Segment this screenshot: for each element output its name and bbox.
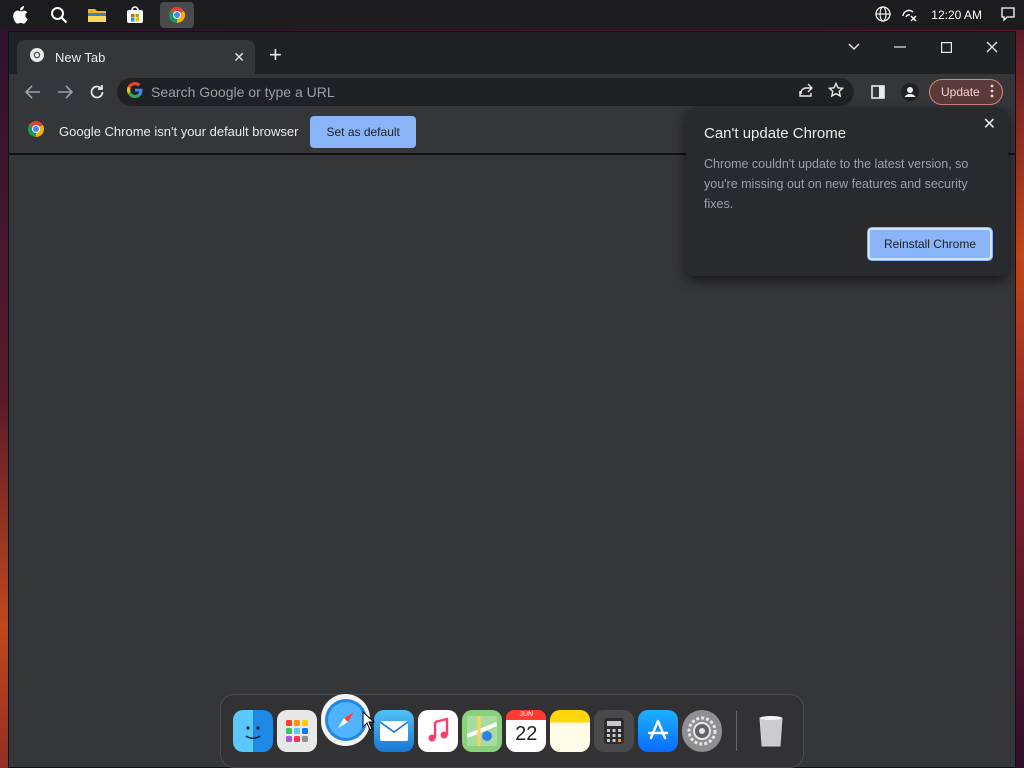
google-g-icon [127, 81, 143, 103]
title-bar[interactable]: New Tab ✕ + [9, 32, 1015, 74]
calendar-day: 22 [515, 723, 538, 745]
bookmark-star-icon[interactable] [827, 81, 845, 102]
notification-icon[interactable] [1000, 6, 1016, 25]
share-icon[interactable] [798, 82, 814, 102]
chrome-favicon-icon [29, 47, 45, 68]
finder-icon[interactable] [233, 710, 273, 752]
calendar-month: JUN [506, 710, 547, 720]
back-button[interactable] [17, 76, 49, 108]
omnibox-input[interactable] [151, 84, 798, 100]
browser-toolbar: Update [9, 74, 1015, 110]
set-as-default-button[interactable]: Set as default [310, 115, 416, 148]
maximize-button[interactable] [923, 32, 969, 62]
file-explorer-icon[interactable] [84, 2, 110, 28]
notes-icon[interactable] [550, 710, 591, 752]
network-icon[interactable] [901, 6, 917, 25]
dock: JUN 22 [220, 694, 804, 768]
mail-icon[interactable] [374, 710, 415, 752]
globe-icon[interactable] [875, 5, 891, 25]
profile-avatar-icon[interactable] [897, 78, 923, 106]
reload-button[interactable] [81, 76, 113, 108]
search-icon[interactable] [46, 2, 72, 28]
update-label: Update [941, 85, 980, 99]
more-menu-icon[interactable] [990, 84, 994, 101]
close-tab-icon[interactable]: ✕ [233, 49, 245, 66]
launchpad-icon[interactable] [276, 710, 317, 752]
update-button[interactable]: Update [929, 79, 1003, 105]
top-menubar: 12:20 AM [0, 0, 1024, 30]
trash-icon[interactable] [751, 710, 791, 752]
bubble-title: Can't update Chrome [704, 125, 847, 142]
reinstall-chrome-button[interactable]: Reinstall Chrome [867, 228, 992, 260]
system-settings-icon[interactable] [682, 710, 723, 752]
store-icon[interactable] [122, 2, 148, 28]
omnibox[interactable] [117, 78, 854, 106]
apple-logo-icon[interactable] [8, 2, 34, 28]
close-bubble-icon[interactable]: ✕ [983, 114, 996, 134]
bubble-body: Chrome couldn't update to the latest ver… [704, 157, 969, 211]
new-tab-button[interactable]: + [269, 44, 282, 66]
chrome-icon[interactable] [160, 2, 194, 28]
minimize-button[interactable] [877, 32, 923, 62]
forward-button[interactable] [49, 76, 81, 108]
tab-search-icon[interactable] [831, 32, 877, 62]
mouse-cursor-icon [362, 710, 376, 736]
side-panel-icon[interactable] [865, 78, 891, 106]
infobar-message: Google Chrome isn't your default browser [59, 124, 299, 139]
clock[interactable]: 12:20 AM [931, 8, 982, 22]
tab-new-tab[interactable]: New Tab ✕ [17, 40, 255, 74]
app-store-icon[interactable] [638, 710, 679, 752]
maps-icon[interactable] [462, 710, 503, 752]
calendar-icon[interactable]: JUN 22 [506, 710, 547, 752]
tab-title: New Tab [55, 49, 106, 65]
chrome-logo-icon [27, 120, 45, 143]
dock-separator [736, 711, 738, 751]
calculator-icon[interactable] [594, 710, 635, 752]
update-error-bubble: Can't update Chrome Chrome couldn't upda… [686, 108, 1008, 276]
music-icon[interactable] [418, 710, 459, 752]
close-window-button[interactable] [969, 32, 1015, 62]
